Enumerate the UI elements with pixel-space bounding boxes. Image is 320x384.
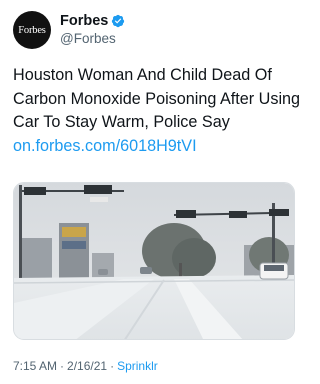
tweet-time[interactable]: 7:15 AM bbox=[13, 359, 57, 373]
verified-badge-icon bbox=[111, 14, 125, 28]
account-handle[interactable]: @Forbes bbox=[60, 31, 116, 46]
tweet-meta: 7:15 AM · 2/16/21 · Sprinklr bbox=[13, 359, 158, 373]
meta-separator: · bbox=[110, 359, 115, 373]
snowy-street-photo bbox=[14, 183, 294, 339]
tweet-text: Houston Woman And Child Dead Of Carbon M… bbox=[13, 66, 301, 131]
tweet-link[interactable]: on.forbes.com/6018H9tVI bbox=[13, 135, 303, 159]
account-name-row: Forbes bbox=[60, 13, 125, 29]
tweet-media-photo[interactable] bbox=[13, 182, 295, 340]
tweet-source[interactable]: Sprinklr bbox=[117, 359, 158, 373]
tweet-date[interactable]: 2/16/21 bbox=[67, 359, 107, 373]
avatar[interactable]: Forbes bbox=[13, 11, 51, 49]
tweet-card: Forbes Forbes @Forbes Houston Woman And … bbox=[0, 0, 308, 384]
display-name[interactable]: Forbes bbox=[60, 13, 108, 29]
avatar-logo-text: Forbes bbox=[18, 24, 46, 36]
meta-separator: · bbox=[60, 359, 65, 373]
tweet-body: Houston Woman And Child Dead Of Carbon M… bbox=[13, 64, 303, 158]
